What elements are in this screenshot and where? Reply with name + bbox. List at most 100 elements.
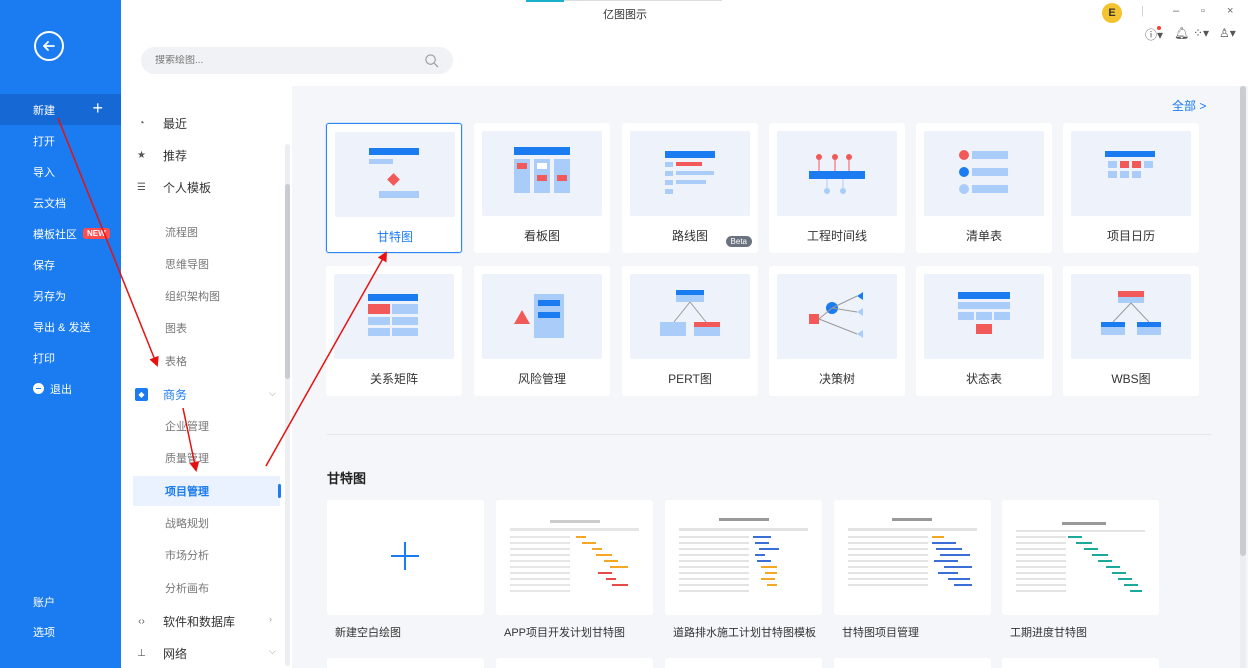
sidebar-item-community[interactable]: 模板社区 NEW (0, 218, 121, 249)
template-card-partial[interactable] (327, 658, 484, 668)
category-software[interactable]: ‹› 软件和数据库 (135, 607, 235, 635)
category-label: 软件和数据库 (163, 614, 236, 629)
scroll-thumb[interactable] (285, 184, 290, 379)
type-card-checklist[interactable]: 清单表 (916, 123, 1052, 253)
left-sidebar: 新建 + 打开 导入 云文档 模板社区 NEW 保存 另存为 导出 & 发送 打… (0, 0, 121, 668)
sidebar-item-label: 账户 (33, 596, 55, 609)
type-card-label: PERT图 (668, 372, 712, 386)
category-quality[interactable]: 质量管理 (165, 446, 209, 470)
sidebar-item-save-as[interactable]: 另存为 (0, 280, 121, 311)
minimize-button[interactable]: – (1173, 5, 1179, 17)
clock-icon: ◔ (138, 117, 145, 129)
type-card-status-table[interactable]: 状态表 (916, 266, 1052, 396)
template-card-partial[interactable] (834, 658, 991, 668)
template-card-schedule-gantt[interactable] (1002, 500, 1159, 615)
star-icon: ★ (137, 149, 146, 161)
back-button[interactable] (34, 31, 64, 61)
template-card-drainage-gantt[interactable] (665, 500, 822, 615)
sidebar-item-new[interactable]: 新建 + (0, 94, 121, 125)
sidebar-item-export[interactable]: 导出 & 发送 (0, 311, 121, 342)
category-scrollbar[interactable] (285, 144, 290, 666)
chevron-down-icon[interactable]: ⌵ (269, 388, 276, 399)
type-card-wbs[interactable]: WBS图 (1063, 266, 1199, 396)
category-flowchart[interactable]: 流程图 (165, 220, 198, 244)
content-scrollbar[interactable] (1240, 86, 1246, 668)
category-network[interactable]: ⊥ 网络 (135, 639, 187, 667)
category-label: 个人模板 (163, 180, 212, 195)
category-enterprise[interactable]: 企业管理 (165, 414, 209, 438)
category-panel: ◔ 最近 ★ 推荐 ☰ 个人模板 流程图 思维导图 组织架构图 图表 表格 ◆ 商务 ⌵… (121, 86, 292, 668)
template-label: 新建空白绘图 (335, 627, 401, 639)
content-area: 全部 > 甘特图 看板图 Beta 路线图 工程时间线 清单表 项目日历 关系矩… (292, 86, 1248, 668)
search-icon[interactable] (424, 53, 439, 68)
category-strategy[interactable]: 战略规划 (165, 511, 209, 535)
sidebar-item-label: 打开 (33, 135, 55, 148)
close-button[interactable]: × (1227, 5, 1233, 17)
type-card-label: 清单表 (965, 229, 1002, 243)
template-card-project-gantt[interactable] (834, 500, 991, 615)
wbs-thumbnail (1071, 274, 1191, 359)
restore-button[interactable]: ▫ (1201, 5, 1205, 17)
type-card-decision-tree[interactable]: 决策树 (769, 266, 905, 396)
sidebar-item-exit[interactable]: 退出 (0, 373, 121, 404)
search-box (141, 47, 453, 74)
sidebar-item-label: 云文档 (33, 197, 66, 210)
type-card-timeline[interactable]: 工程时间线 (769, 123, 905, 253)
type-card-gantt[interactable]: 甘特图 (326, 123, 462, 253)
kanban-thumbnail (482, 131, 602, 216)
arrow-left-icon (43, 41, 55, 51)
type-card-roadmap[interactable]: Beta 路线图 (622, 123, 758, 253)
type-card-risk[interactable]: 风险管理 (474, 266, 610, 396)
sidebar-item-label: 另存为 (33, 290, 66, 303)
section-divider (327, 434, 1211, 435)
template-card-partial[interactable] (496, 658, 653, 668)
business-icon: ◆ (135, 387, 148, 401)
type-card-label: 关系矩阵 (369, 372, 418, 386)
apps-icon[interactable]: ⁘▾ (1193, 26, 1209, 40)
category-table[interactable]: 表格 (165, 349, 187, 373)
sidebar-item-account[interactable]: 账户 (0, 586, 121, 617)
category-orgchart[interactable]: 组织架构图 (165, 284, 220, 308)
type-card-matrix[interactable]: 关系矩阵 (326, 266, 462, 396)
chevron-down-icon[interactable]: ⌵ (269, 646, 276, 657)
template-card-partial[interactable] (665, 658, 822, 668)
category-canvas[interactable]: 分析画布 (165, 576, 209, 600)
sidebar-item-print[interactable]: 打印 (0, 342, 121, 373)
category-recent[interactable]: ◔ 最近 (135, 109, 187, 137)
calendar-thumbnail (1071, 131, 1191, 216)
title-bar-line (564, 0, 722, 1)
chevron-right-icon[interactable]: › (269, 614, 272, 624)
template-thumbnail (1016, 522, 1145, 592)
category-chart[interactable]: 图表 (165, 316, 187, 340)
sidebar-item-import[interactable]: 导入 (0, 156, 121, 187)
search-input[interactable] (155, 55, 405, 66)
template-card-app-gantt[interactable] (496, 500, 653, 615)
type-card-calendar[interactable]: 项目日历 (1063, 123, 1199, 253)
template-card-blank[interactable] (327, 500, 484, 615)
template-label: APP项目开发计划甘特图 (504, 627, 626, 639)
type-card-kanban[interactable]: 看板图 (474, 123, 610, 253)
category-project[interactable]: 项目管理 (133, 476, 281, 506)
sidebar-item-open[interactable]: 打开 (0, 125, 121, 156)
category-personal[interactable]: ☰ 个人模板 (135, 173, 211, 201)
category-recommended[interactable]: ★ 推荐 (135, 141, 187, 169)
new-badge: NEW (83, 228, 110, 239)
sidebar-item-cloud[interactable]: 云文档 (0, 187, 121, 218)
type-card-pert[interactable]: PERT图 (622, 266, 758, 396)
all-link[interactable]: 全部 > (1172, 97, 1206, 114)
template-card-partial[interactable] (1002, 658, 1159, 668)
user-avatar[interactable]: E (1102, 3, 1122, 23)
sidebar-item-options[interactable]: 选项 (0, 616, 121, 647)
sidebar-item-label: 保存 (33, 259, 55, 272)
category-market[interactable]: 市场分析 (165, 543, 209, 567)
sidebar-item-label: 新建 (33, 104, 55, 117)
category-business[interactable]: ◆ 商务 (135, 380, 187, 408)
sidebar-item-save[interactable]: 保存 (0, 249, 121, 280)
category-mindmap[interactable]: 思维导图 (165, 252, 209, 276)
bell-icon[interactable]: 🔔︎ (1174, 26, 1189, 40)
scroll-thumb[interactable] (1240, 86, 1246, 556)
title-accent-bar (526, 0, 564, 2)
template-icon: ☰ (137, 181, 146, 193)
shirt-icon[interactable]: ♙▾ (1219, 26, 1236, 40)
template-label: 工期进度甘特图 (1010, 627, 1087, 639)
